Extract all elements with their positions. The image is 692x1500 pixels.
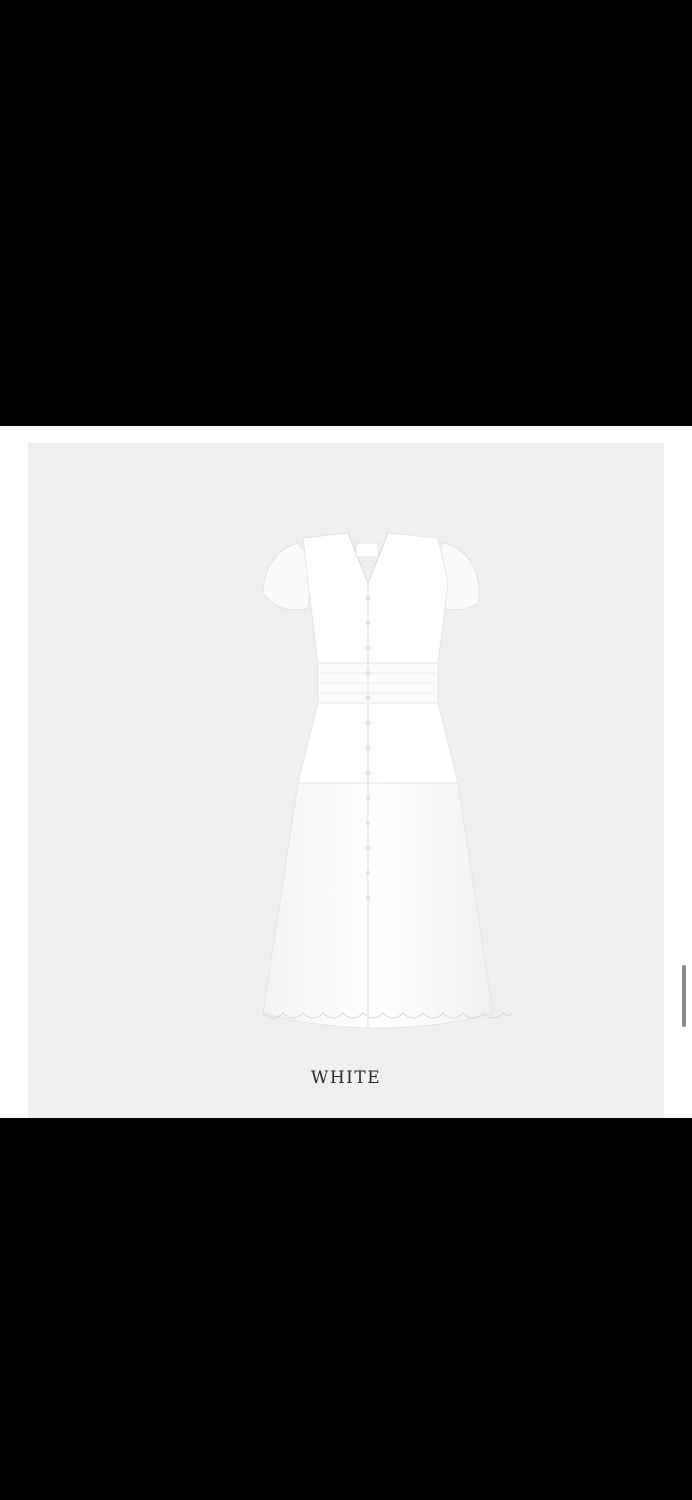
- lower-skirt: [262, 782, 494, 1029]
- neck-label: [355, 542, 379, 558]
- screen: WHITE: [0, 0, 692, 1500]
- product-photo[interactable]: WHITE: [28, 443, 664, 1118]
- bottom-letterbox: [0, 1118, 692, 1500]
- top-letterbox: [0, 0, 692, 426]
- upper-skirt: [297, 702, 459, 784]
- dress-illustration: [262, 532, 514, 1029]
- color-caption: WHITE: [310, 1068, 382, 1088]
- scroll-indicator[interactable]: [682, 965, 686, 1027]
